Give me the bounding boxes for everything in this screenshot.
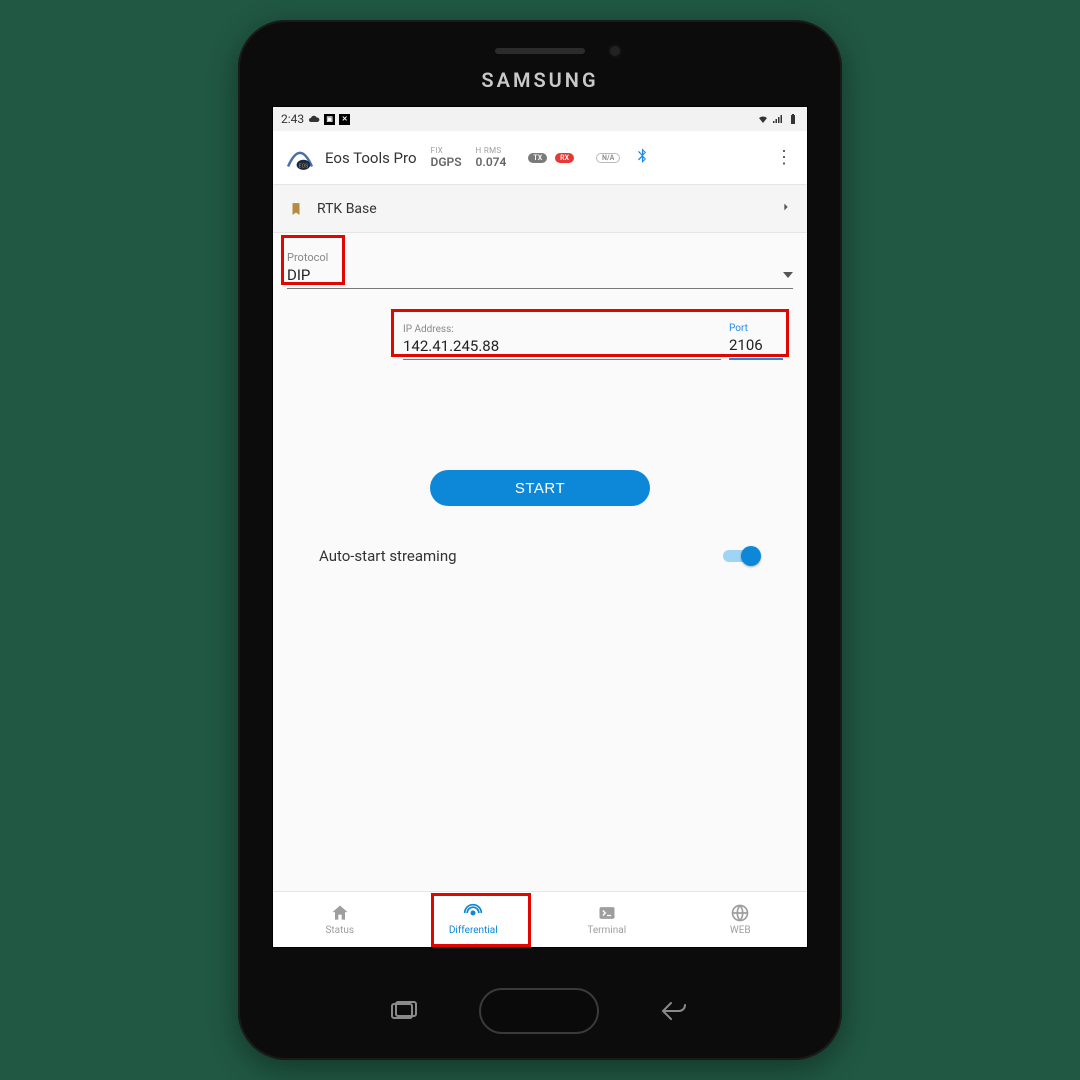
- nav-differential-label: Differential: [449, 925, 498, 936]
- app-logo: EOS: [283, 144, 317, 172]
- recents-button[interactable]: [391, 1001, 417, 1021]
- app-title: Eos Tools Pro: [325, 149, 417, 167]
- hrms-metric: H RMS 0.074: [476, 146, 507, 169]
- nav-differential[interactable]: Differential: [407, 892, 541, 947]
- back-button[interactable]: [661, 1001, 689, 1021]
- home-button[interactable]: [479, 988, 599, 1034]
- hrms-value: 0.074: [476, 155, 507, 169]
- chevron-right-icon: [781, 199, 791, 218]
- status-time: 2:43: [281, 112, 304, 126]
- port-label: Port: [729, 323, 783, 334]
- hrms-label: H RMS: [476, 146, 502, 155]
- tx-badge: TX: [528, 153, 547, 163]
- status-indicator-a: ▣: [324, 114, 335, 125]
- nav-status[interactable]: Status: [273, 892, 407, 947]
- speaker-grille: [495, 48, 585, 54]
- device-brand: SAMSUNG: [481, 68, 598, 92]
- hardware-buttons: [238, 988, 842, 1034]
- signal-icon: [772, 113, 784, 125]
- android-status-bar: 2:43 ▣ ✕: [273, 107, 807, 131]
- rx-badge: RX: [555, 153, 574, 163]
- rtk-base-label: RTK Base: [317, 201, 377, 217]
- nav-terminal[interactable]: Terminal: [540, 892, 674, 947]
- screen: 2:43 ▣ ✕ EOS: [272, 106, 808, 948]
- protocol-value: DIP: [287, 266, 310, 284]
- device-frame: SAMSUNG 2:43 ▣ ✕: [238, 20, 842, 1060]
- fix-label: FIX: [431, 146, 444, 155]
- front-camera: [610, 46, 620, 56]
- nav-status-label: Status: [325, 925, 354, 936]
- svg-text:EOS: EOS: [299, 163, 308, 169]
- auto-start-label: Auto-start streaming: [319, 547, 457, 565]
- ip-input[interactable]: [403, 335, 721, 360]
- port-field[interactable]: Port: [729, 323, 783, 360]
- port-input[interactable]: [729, 334, 783, 360]
- nav-terminal-label: Terminal: [587, 925, 626, 936]
- overflow-menu-icon[interactable]: ⋮: [771, 147, 797, 168]
- cloud-icon: [308, 113, 320, 125]
- fix-value: DGPS: [431, 155, 462, 169]
- start-button[interactable]: START: [430, 470, 650, 506]
- auto-start-row: Auto-start streaming: [319, 546, 761, 566]
- bottom-nav: Status Differential Terminal WEB: [273, 891, 807, 947]
- dropdown-arrow-icon: [783, 272, 793, 278]
- ip-label: IP Address:: [403, 324, 721, 335]
- protocol-label: Protocol: [287, 251, 793, 264]
- bookmark-icon: [289, 200, 303, 218]
- auto-start-toggle[interactable]: [721, 546, 761, 566]
- bluetooth-icon[interactable]: [634, 144, 650, 171]
- na-badge: N/A: [596, 153, 620, 163]
- ip-port-block: IP Address: Port: [403, 323, 783, 360]
- nav-web[interactable]: WEB: [674, 892, 808, 947]
- fix-metric: FIX DGPS: [431, 146, 462, 169]
- status-indicator-b: ✕: [339, 114, 350, 125]
- rtk-base-row[interactable]: RTK Base: [273, 185, 807, 233]
- wifi-icon: [757, 113, 769, 125]
- battery-icon: [787, 113, 799, 125]
- app-header: EOS Eos Tools Pro FIX DGPS H RMS 0.074 T…: [273, 131, 807, 185]
- ip-address-field[interactable]: IP Address:: [403, 324, 721, 360]
- nav-web-label: WEB: [730, 925, 751, 936]
- protocol-select[interactable]: Protocol DIP: [287, 251, 793, 289]
